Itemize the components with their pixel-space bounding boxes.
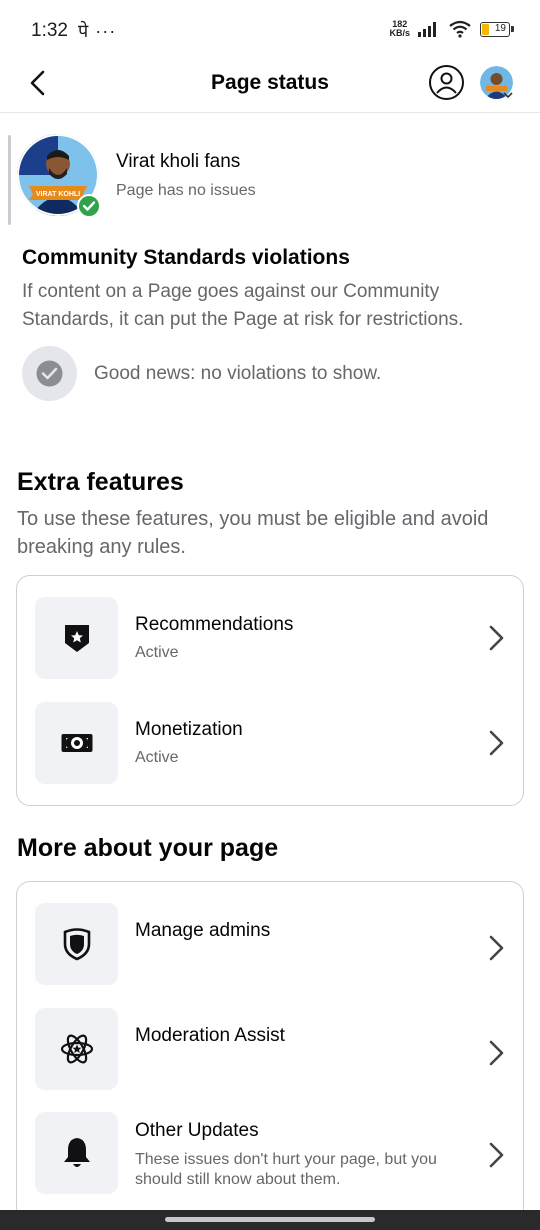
chevron-right-icon [489, 625, 504, 651]
wifi-icon [449, 20, 471, 38]
verified-check-icon [77, 194, 101, 218]
chevron-down-icon[interactable] [503, 92, 513, 99]
list-item-description: These issues don't hurt your page, but y… [135, 1151, 437, 1188]
more-about-title: More about your page [17, 834, 279, 862]
more-about-card: Manage admins Moderation Assist Other Up… [16, 881, 524, 1211]
list-item-status: Active [135, 644, 179, 661]
chevron-right-icon [489, 730, 504, 756]
bell-icon [63, 1138, 90, 1167]
signal-icon [418, 22, 436, 37]
icon-container [35, 903, 118, 985]
list-item-title: Manage admins [135, 920, 271, 941]
extra-features-card: Recommendations Active Monetization Acti… [16, 575, 524, 806]
atom-icon [60, 1034, 93, 1064]
icon-container [35, 1008, 118, 1090]
network-speed: 182 KB/s [389, 19, 410, 38]
home-gesture-handle[interactable] [165, 1217, 375, 1222]
chevron-right-icon [489, 1040, 504, 1066]
shield-star-icon [64, 625, 89, 652]
list-item-title: Recommendations [135, 614, 294, 635]
clock: 1:32 [31, 20, 68, 41]
community-standards-title: Community Standards violations [22, 246, 350, 269]
status-icons: 182 KB/s 19 [389, 19, 514, 38]
svg-text:VIRAT KOHLI: VIRAT KOHLI [36, 191, 80, 198]
community-standards-description: If content on a Page goes against our Co… [22, 281, 464, 330]
money-icon [61, 734, 92, 752]
check-circle-icon [36, 360, 63, 387]
list-item-title: Other Updates [135, 1120, 259, 1141]
icon-container [35, 597, 118, 679]
page-status-text: Page has no issues [116, 182, 256, 199]
battery-icon: 19 [480, 21, 514, 37]
good-news-icon-container [22, 346, 77, 401]
page-name: Virat kholi fans [116, 151, 241, 172]
list-item-recommendations[interactable]: Recommendations Active [35, 597, 507, 679]
list-item-moderation-assist[interactable]: Moderation Assist [35, 1008, 507, 1090]
extra-features-title: Extra features [17, 468, 184, 496]
chevron-right-icon [489, 935, 504, 961]
extra-features-description: To use these features, you must be eligi… [17, 508, 489, 558]
good-news-text: Good news: no violations to show. [94, 363, 382, 384]
status-bar: 1:32 पे ··· 182 KB/s 19 [0, 0, 540, 60]
scroll-indicator[interactable] [8, 135, 11, 225]
profile-button[interactable] [429, 65, 464, 100]
list-item-other-updates[interactable]: Other Updates These issues don't hurt yo… [35, 1112, 507, 1198]
top-app-bar: Page status [0, 58, 540, 113]
icon-container [35, 1112, 118, 1194]
list-item-status: Active [135, 749, 179, 766]
chevron-right-icon [489, 1142, 504, 1168]
shield-icon [63, 928, 90, 961]
list-item-title: Moderation Assist [135, 1025, 285, 1046]
list-item-title: Monetization [135, 719, 243, 740]
user-icon [436, 72, 457, 94]
notification-indicators: पे ··· [78, 21, 117, 41]
list-item-monetization[interactable]: Monetization Active [35, 702, 507, 784]
list-item-manage-admins[interactable]: Manage admins [35, 903, 507, 985]
system-navigation-bar [0, 1210, 540, 1230]
icon-container [35, 702, 118, 784]
